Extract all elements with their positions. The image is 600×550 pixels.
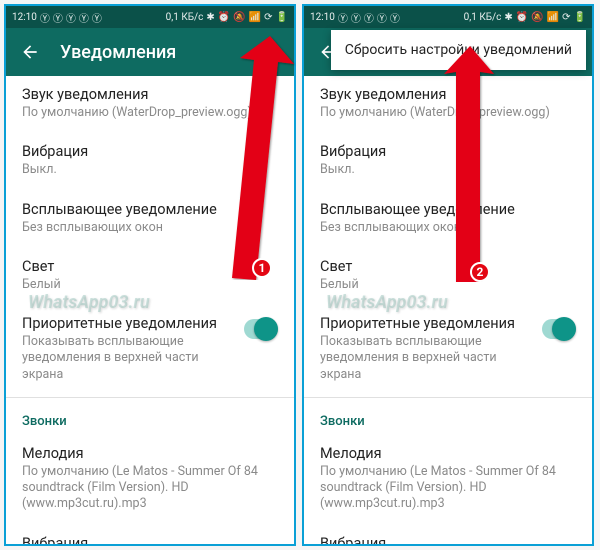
item-subtitle: По умолчанию (WaterDrop_preview.ogg) [22,105,278,121]
annotation-badge-2: 2 [470,262,490,282]
item-vibration-calls[interactable]: Вибрация Выкл. [304,525,592,545]
bluetooth-icon: ✱ [504,12,512,23]
item-subtitle: Показывать всплывающие уведомления в вер… [22,334,236,383]
item-ringtone[interactable]: Мелодия По умолчанию (Le Matos - Summer … [6,435,294,525]
item-subtitle: Без всплывающих окон [320,220,576,236]
bluetooth-icon: ✱ [206,12,214,23]
item-title: Приоритетные уведомления [320,315,534,332]
status-app-icon: Ⓨ [377,10,387,25]
menu-item-reset-notifications[interactable]: Сбросить настройки уведомлений [345,42,572,58]
section-header-calls: Звонки [304,400,592,435]
status-bar: 12:10 Ⓨ Ⓨ Ⓨ Ⓨ Ⓨ 0,1 КБ/с ✱ ⏰ 🔕 📶 ⟳ 🔋 [6,6,294,28]
item-title: Свет [22,258,278,275]
status-app-icon: Ⓨ [40,10,50,25]
item-popup-notification[interactable]: Всплывающее уведомление Без всплывающих … [304,191,592,248]
netspeed-label: 0,1 КБ/с [166,12,204,23]
item-title: Всплывающее уведомление [22,201,278,218]
priority-toggle[interactable] [542,319,576,339]
item-subtitle: По умолчанию (WaterDrop_preview.ogg) [320,105,576,121]
overflow-menu-popup: Сбросить настройки уведомлений [331,30,586,70]
overflow-menu-button[interactable] [254,36,286,68]
item-subtitle: Выкл. [22,162,278,178]
alarm-icon: ⏰ [218,12,230,23]
status-app-icon: Ⓨ [351,10,361,25]
rotate-icon: ⟳ [562,12,570,23]
rotate-icon: ⟳ [264,12,272,23]
item-vibration[interactable]: Вибрация Выкл. [6,133,294,190]
status-time: 12:10 [310,12,335,23]
priority-toggle[interactable] [244,319,278,339]
item-title: Вибрация [320,143,576,160]
alarm-icon: ⏰ [516,12,528,23]
status-left: 12:10 Ⓨ Ⓨ Ⓨ Ⓨ Ⓨ [310,10,400,25]
item-title: Приоритетные уведомления [22,315,236,332]
item-title: Вибрация [320,535,576,545]
item-title: Звук уведомления [22,86,278,103]
item-light[interactable]: Свет Белый [304,248,592,305]
page-title: Уведомления [60,42,254,63]
item-subtitle: По умолчанию (Le Matos - Summer Of 84 so… [22,464,278,513]
item-subtitle: Белый [22,277,278,293]
item-subtitle: Показывать всплывающие уведомления в вер… [320,334,534,383]
item-notification-sound[interactable]: Звук уведомления По умолчанию (WaterDrop… [304,76,592,133]
item-priority-notifications[interactable]: Приоритетные уведомления Показывать вспл… [6,305,294,395]
dnd-icon: 🔕 [233,12,245,23]
status-app-icon: Ⓨ [364,10,374,25]
status-app-icon: Ⓨ [53,10,63,25]
item-title: Мелодия [320,445,576,462]
back-button[interactable] [14,36,46,68]
status-right: 0,1 КБ/с ✱ ⏰ 🔕 📶 ⟳ 🔋 [464,12,586,23]
item-notification-sound[interactable]: Звук уведомления По умолчанию (WaterDrop… [6,76,294,133]
status-app-icon: Ⓨ [92,10,102,25]
divider [6,397,294,398]
item-vibration-calls[interactable]: Вибрация Выкл. [6,525,294,545]
phone-left: 12:10 Ⓨ Ⓨ Ⓨ Ⓨ Ⓨ 0,1 КБ/с ✱ ⏰ 🔕 📶 ⟳ 🔋 Уве… [4,4,296,546]
item-title: Вибрация [22,535,278,545]
item-subtitle: Белый [320,277,576,293]
item-priority-notifications[interactable]: Приоритетные уведомления Показывать вспл… [304,305,592,395]
app-bar: Уведомления [6,28,294,76]
status-right: 0,1 КБ/с ✱ ⏰ 🔕 📶 ⟳ 🔋 [166,12,288,23]
netspeed-label: 0,1 КБ/с [464,12,502,23]
battery-icon: 🔋 [574,12,586,23]
item-title: Всплывающее уведомление [320,201,576,218]
item-title: Мелодия [22,445,278,462]
item-subtitle: По умолчанию (Le Matos - Summer Of 84 so… [320,464,576,513]
annotation-badge-1: 1 [252,258,272,278]
item-title: Свет [320,258,576,275]
dnd-icon: 🔕 [531,12,543,23]
item-ringtone[interactable]: Мелодия По умолчанию (Le Matos - Summer … [304,435,592,525]
signal-icon: 📶 [249,12,261,23]
more-vert-icon [260,42,280,62]
status-bar: 12:10 Ⓨ Ⓨ Ⓨ Ⓨ Ⓨ 0,1 КБ/с ✱ ⏰ 🔕 📶 ⟳ 🔋 [304,6,592,28]
status-app-icon: Ⓨ [338,10,348,25]
section-header-calls: Звонки [6,400,294,435]
item-vibration[interactable]: Вибрация Выкл. [304,133,592,190]
phone-right: 12:10 Ⓨ Ⓨ Ⓨ Ⓨ Ⓨ 0,1 КБ/с ✱ ⏰ 🔕 📶 ⟳ 🔋 Уве… [302,4,594,546]
item-title: Звук уведомления [320,86,576,103]
item-subtitle: Без всплывающих окон [22,220,278,236]
status-left: 12:10 Ⓨ Ⓨ Ⓨ Ⓨ Ⓨ [12,10,102,25]
signal-icon: 📶 [547,12,559,23]
settings-list: Звук уведомления По умолчанию (WaterDrop… [304,76,592,544]
status-app-icon: Ⓨ [66,10,76,25]
arrow-left-icon [20,42,40,62]
item-light[interactable]: Свет Белый [6,248,294,305]
settings-list: Звук уведомления По умолчанию (WaterDrop… [6,76,294,544]
status-app-icon: Ⓨ [79,10,89,25]
item-title: Вибрация [22,143,278,160]
divider [304,397,592,398]
item-subtitle: Выкл. [320,162,576,178]
status-time: 12:10 [12,12,37,23]
status-app-icon: Ⓨ [390,10,400,25]
item-popup-notification[interactable]: Всплывающее уведомление Без всплывающих … [6,191,294,248]
battery-icon: 🔋 [276,12,288,23]
